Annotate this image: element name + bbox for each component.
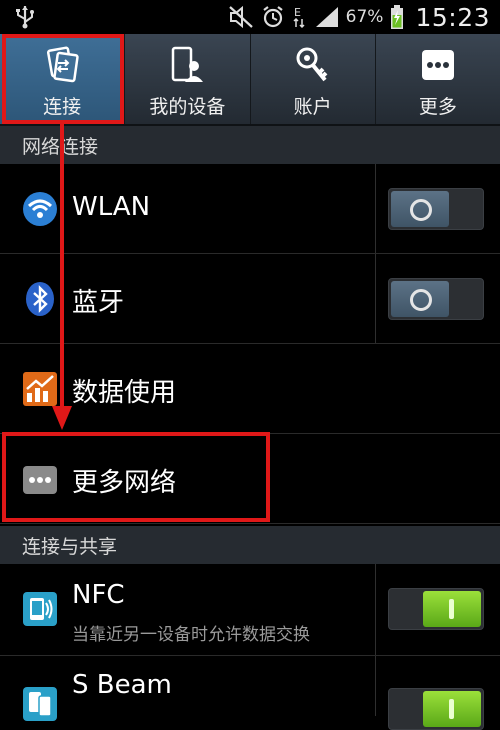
sbeam-row[interactable]: S Beam bbox=[0, 656, 500, 730]
battery-charging-icon bbox=[391, 5, 404, 29]
bluetooth-icon bbox=[26, 282, 54, 316]
tab-account[interactable]: 账户 bbox=[251, 34, 376, 124]
annotation-arrow-head bbox=[52, 406, 72, 430]
more-icon bbox=[421, 50, 454, 80]
mute-icon bbox=[228, 5, 253, 29]
tab-more[interactable]: 更多 bbox=[376, 34, 500, 124]
sbeam-toggle-area bbox=[375, 656, 500, 730]
wlan-toggle[interactable] bbox=[388, 188, 484, 230]
alarm-icon bbox=[262, 6, 283, 28]
my-device-icon bbox=[172, 46, 204, 82]
section-header-share: 连接与共享 bbox=[0, 526, 500, 564]
nfc-icon bbox=[23, 592, 57, 626]
wlan-label: WLAN bbox=[72, 192, 151, 222]
data-usage-row[interactable]: 数据使用 bbox=[0, 344, 500, 434]
clock: 15:23 bbox=[415, 2, 490, 32]
data-usage-chart-icon bbox=[23, 372, 57, 406]
sbeam-label: S Beam bbox=[72, 670, 172, 700]
signal-icon bbox=[315, 7, 338, 27]
bluetooth-row[interactable]: 蓝牙 bbox=[0, 254, 500, 344]
usb-icon bbox=[16, 6, 34, 29]
account-key-icon bbox=[296, 47, 328, 82]
toggle-knob bbox=[423, 691, 481, 727]
data-usage-label: 数据使用 bbox=[72, 378, 177, 408]
toggle-knob bbox=[423, 591, 481, 627]
annotation-arrow-line bbox=[60, 124, 64, 414]
toggle-knob bbox=[391, 191, 449, 227]
nfc-toggle[interactable] bbox=[388, 588, 484, 630]
highlight-box-connections-tab bbox=[2, 34, 124, 124]
tab-label: 我的设备 bbox=[149, 96, 226, 118]
nfc-row[interactable]: NFC 当靠近另一设备时允许数据交换 bbox=[0, 564, 500, 656]
nfc-description: 当靠近另一设备时允许数据交换 bbox=[72, 625, 310, 645]
data-e-icon: E bbox=[293, 6, 305, 29]
wlan-row[interactable]: WLAN bbox=[0, 164, 500, 254]
tab-label: 更多 bbox=[418, 96, 457, 118]
battery-percent: 67% bbox=[345, 7, 384, 27]
section-header-network: 网络连接 bbox=[0, 126, 500, 164]
tab-label: 账户 bbox=[293, 96, 332, 118]
toggle-knob bbox=[391, 281, 449, 317]
tab-my-device[interactable]: 我的设备 bbox=[125, 34, 251, 124]
sbeam-icon bbox=[23, 687, 57, 721]
wifi-icon bbox=[23, 192, 57, 226]
nfc-label: NFC bbox=[72, 580, 125, 610]
sbeam-toggle[interactable] bbox=[388, 688, 484, 730]
status-bar: E 67% 15:23 bbox=[0, 0, 500, 34]
svg-text:E: E bbox=[294, 6, 301, 19]
bluetooth-toggle[interactable] bbox=[388, 278, 484, 320]
highlight-box-more-networks bbox=[2, 432, 270, 522]
wlan-toggle-area bbox=[375, 164, 500, 253]
bluetooth-label: 蓝牙 bbox=[72, 288, 125, 318]
bluetooth-toggle-area bbox=[375, 254, 500, 343]
nfc-toggle-area bbox=[375, 564, 500, 655]
